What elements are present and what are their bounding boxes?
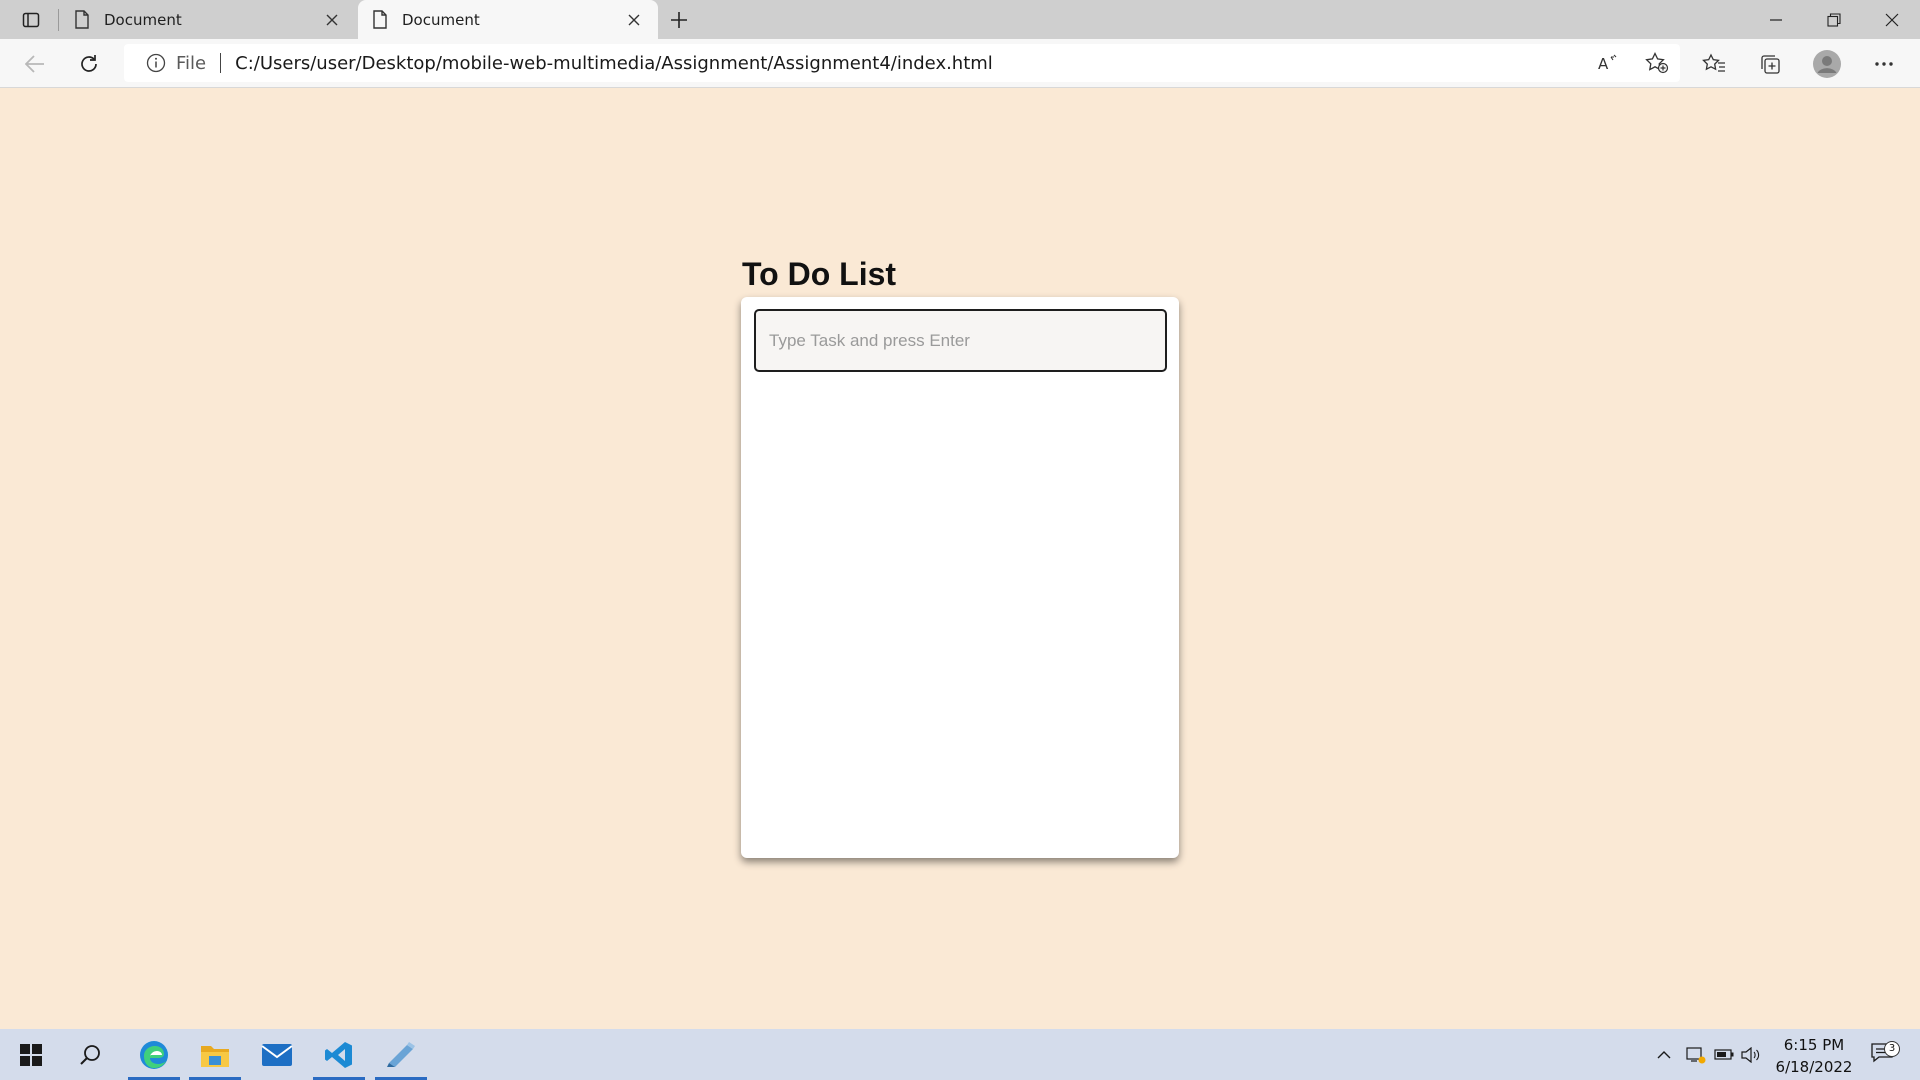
add-favorite-icon[interactable]: [1640, 46, 1674, 80]
volume-icon[interactable]: [1739, 1029, 1763, 1080]
address-bar[interactable]: File C:/Users/user/Desktop/mobile-web-mu…: [124, 44, 1680, 82]
edge-icon[interactable]: [124, 1029, 184, 1080]
close-tab-icon[interactable]: [622, 8, 646, 32]
close-window-icon[interactable]: [1864, 0, 1920, 39]
profile-avatar-icon[interactable]: [1810, 47, 1844, 81]
tab-title: Document: [402, 10, 480, 29]
vscode-icon[interactable]: [309, 1029, 369, 1080]
collections-icon[interactable]: [1753, 47, 1787, 81]
browser-tab-2[interactable]: Document: [358, 0, 658, 39]
clock-date: 6/18/2022: [1775, 1058, 1853, 1076]
file-explorer-icon[interactable]: [185, 1029, 245, 1080]
page-icon: [372, 10, 388, 29]
browser-tab-1[interactable]: Document: [60, 0, 356, 39]
tab-strip: Document Document: [0, 0, 1920, 39]
more-options-icon[interactable]: [1867, 47, 1901, 81]
network-icon[interactable]: [1683, 1029, 1709, 1080]
refresh-icon[interactable]: [72, 47, 106, 81]
search-icon[interactable]: [66, 1029, 114, 1080]
new-tab-icon[interactable]: [664, 5, 694, 35]
minimize-icon[interactable]: [1748, 0, 1804, 39]
close-tab-icon[interactable]: [320, 8, 344, 32]
battery-icon[interactable]: [1712, 1029, 1736, 1080]
system-clock[interactable]: 6:15 PM 6/18/2022: [1768, 1034, 1860, 1078]
page-icon: [74, 10, 90, 29]
show-hidden-icons-icon[interactable]: [1652, 1029, 1676, 1080]
task-input[interactable]: [754, 309, 1167, 372]
scheme-label: File: [176, 52, 207, 74]
favorites-icon[interactable]: [1697, 47, 1731, 81]
browser-toolbar: File C:/Users/user/Desktop/mobile-web-mu…: [0, 39, 1920, 88]
info-icon[interactable]: [146, 53, 166, 73]
back-icon[interactable]: [18, 47, 52, 81]
tab-title: Document: [104, 10, 182, 29]
tab-actions-icon[interactable]: [14, 7, 48, 33]
start-icon[interactable]: [8, 1029, 54, 1080]
svg-text:A: A: [1598, 55, 1609, 73]
restore-icon[interactable]: [1806, 0, 1862, 39]
todo-card: [741, 297, 1179, 858]
url-text[interactable]: C:/Users/user/Desktop/mobile-web-multime…: [235, 53, 993, 74]
clock-time: 6:15 PM: [1783, 1036, 1845, 1054]
notification-count-badge: 3: [1884, 1040, 1900, 1057]
tab-separator: [58, 9, 59, 31]
read-aloud-icon[interactable]: A: [1591, 46, 1625, 80]
page-title: To Do List: [742, 256, 897, 292]
address-separator: [220, 53, 222, 73]
mail-icon[interactable]: [247, 1029, 307, 1080]
notifications-icon[interactable]: 3: [1866, 1029, 1900, 1080]
taskbar: 6:15 PM 6/18/2022 3: [0, 1029, 1920, 1080]
notepad-icon[interactable]: [371, 1029, 431, 1080]
